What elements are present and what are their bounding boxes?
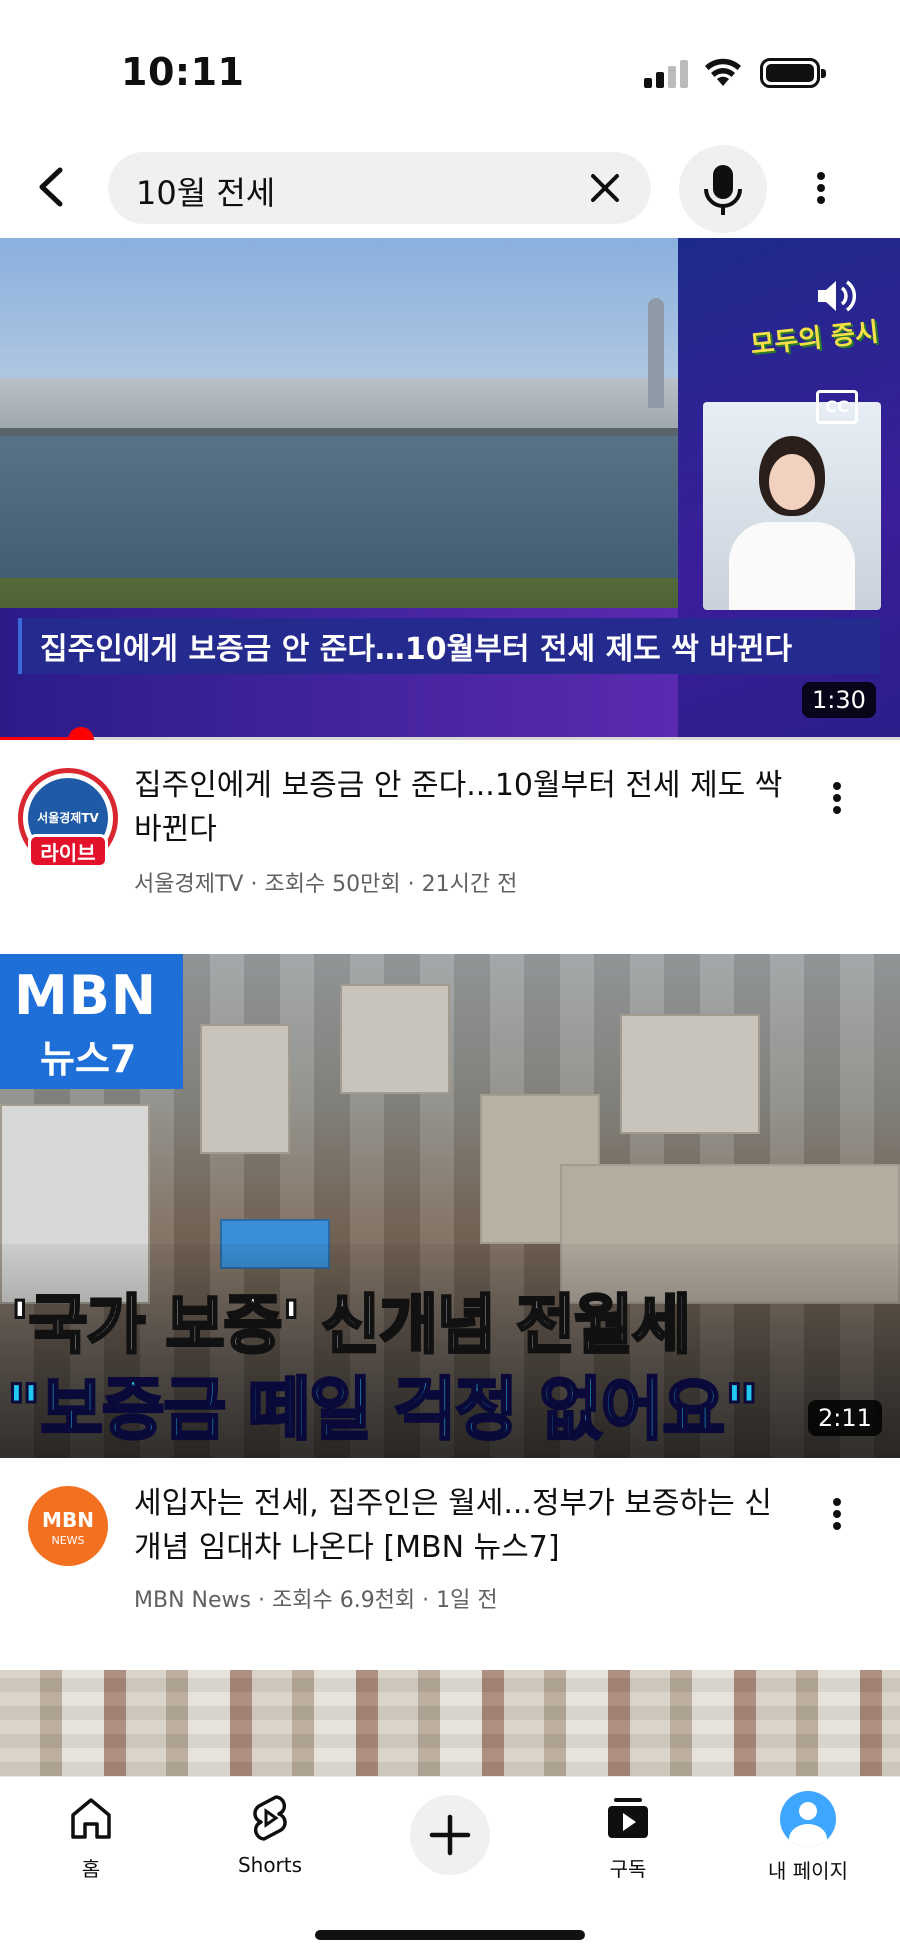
captions-icon[interactable]: CC bbox=[816, 390, 858, 424]
video-subtitle: MBN News · 조회수 6.9천회 · 1일 전 bbox=[134, 1582, 498, 1614]
wifi-icon bbox=[705, 58, 741, 86]
video-duration: 1:30 bbox=[802, 682, 876, 718]
avatar-shoulders bbox=[789, 1824, 827, 1847]
status-bar: 10:11 bbox=[0, 0, 900, 130]
bridge-shape bbox=[0, 428, 678, 436]
view-count: 조회수 50만회 bbox=[264, 872, 401, 897]
upload-age: 21시간 전 bbox=[421, 872, 518, 897]
video-menu-icon[interactable] bbox=[822, 778, 852, 818]
thumbnail-caption-line2: "보증금 떼일 걱정 없어요" bbox=[4, 1370, 760, 1452]
home-indicator bbox=[315, 1930, 585, 1940]
program-name: 뉴스7 bbox=[40, 1037, 137, 1081]
tower-shape bbox=[648, 298, 664, 408]
thumbnail-headline: 집주인에게 보증금 안 준다…10월부터 전세 제도 싹 바뀐다 bbox=[40, 632, 793, 667]
building-shape bbox=[200, 1024, 290, 1154]
mbn-logo-text: MBN bbox=[14, 964, 158, 1027]
search-input[interactable]: 10월 전세 bbox=[108, 152, 651, 224]
more-options-icon[interactable] bbox=[806, 168, 836, 208]
clear-search-icon[interactable] bbox=[585, 168, 625, 208]
nav-you[interactable]: 내 페이지 bbox=[733, 1791, 883, 1884]
create-button[interactable] bbox=[410, 1795, 490, 1875]
nav-subscriptions-label: 구독 bbox=[609, 1857, 647, 1881]
bottom-navigation: 홈 Shorts 구독 내 페이지 bbox=[0, 1776, 900, 1956]
upload-age: 1일 전 bbox=[436, 1588, 498, 1613]
live-badge: 라이브 bbox=[28, 834, 108, 868]
status-time: 10:11 bbox=[121, 50, 245, 94]
nav-shorts[interactable]: Shorts bbox=[195, 1791, 345, 1877]
nav-subscriptions[interactable]: 구독 bbox=[553, 1791, 703, 1882]
video-title[interactable]: 세입자는 전세, 집주인은 월세...정부가 보증하는 신개념 임대차 나온다 … bbox=[134, 1482, 794, 1570]
microphone-icon bbox=[704, 165, 742, 215]
plus-icon bbox=[429, 1814, 471, 1856]
video-thumbnail[interactable]: 모두의 증시 CC 집주인에게 보증금 안 준다…10월부터 전세 제도 싹 바… bbox=[0, 238, 900, 740]
nav-you-label: 내 페이지 bbox=[768, 1859, 848, 1883]
separator-dot: · bbox=[422, 1588, 437, 1613]
battery-icon bbox=[760, 58, 826, 88]
channel-name[interactable]: 서울경제TV bbox=[134, 872, 243, 897]
nav-home-label: 홈 bbox=[81, 1857, 101, 1881]
channel-avatar-text: MBN bbox=[42, 1508, 94, 1532]
profile-avatar-icon bbox=[780, 1791, 836, 1847]
nav-shorts-label: Shorts bbox=[237, 1853, 303, 1877]
building-shape bbox=[620, 1014, 760, 1134]
shorts-icon bbox=[253, 1795, 287, 1841]
search-query: 10월 전세 bbox=[136, 174, 276, 212]
mbn-news7-logo: MBN 뉴스7 bbox=[0, 954, 183, 1089]
voice-search-button[interactable] bbox=[679, 145, 767, 233]
view-count: 조회수 6.9천회 bbox=[271, 1588, 416, 1613]
playback-progress-bar[interactable] bbox=[0, 737, 900, 740]
anchor-body bbox=[729, 522, 855, 610]
volume-icon[interactable] bbox=[814, 276, 858, 316]
video-menu-icon[interactable] bbox=[822, 1494, 852, 1534]
video-thumbnail[interactable]: MBN 뉴스7 '국가 보증' 신개념 전월세 "보증금 떼일 걱정 없어요" … bbox=[0, 954, 900, 1458]
cellular-signal-icon bbox=[644, 60, 690, 88]
search-header: 10월 전세 bbox=[0, 140, 900, 236]
video-duration: 2:11 bbox=[808, 1400, 882, 1436]
channel-avatar-subtext: NEWS bbox=[51, 1534, 85, 1547]
anchor-video-inset bbox=[703, 402, 881, 610]
nav-home[interactable]: 홈 bbox=[16, 1791, 166, 1882]
anchor-face bbox=[769, 454, 815, 510]
thumbnail-caption-line1: '국가 보증' 신개념 전월세 bbox=[9, 1288, 693, 1365]
subscriptions-icon bbox=[608, 1798, 648, 1838]
video-subtitle: 서울경제TV · 조회수 50만회 · 21시간 전 bbox=[134, 866, 517, 898]
video-thumbnail[interactable] bbox=[0, 1670, 900, 1776]
separator-dot: · bbox=[407, 872, 422, 897]
channel-name[interactable]: MBN News bbox=[134, 1588, 251, 1613]
home-icon bbox=[71, 1798, 111, 1839]
separator-dot: · bbox=[250, 872, 265, 897]
video-title[interactable]: 집주인에게 보증금 안 준다...10월부터 전세 제도 싹 바뀐다 bbox=[134, 764, 794, 852]
back-arrow-icon[interactable] bbox=[28, 162, 78, 212]
channel-avatar[interactable]: MBN NEWS bbox=[28, 1486, 108, 1566]
building-shape bbox=[340, 984, 450, 1094]
avatar-head bbox=[799, 1802, 817, 1820]
separator-dot: · bbox=[257, 1588, 272, 1613]
